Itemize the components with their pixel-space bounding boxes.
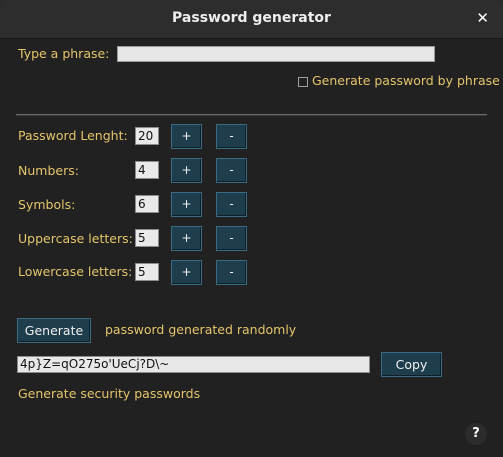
lowercase-letters-minus-button[interactable]: - — [216, 260, 247, 285]
help-icon[interactable]: ? — [465, 423, 487, 445]
numbers-minus-button[interactable]: - — [216, 158, 247, 183]
phrase-input[interactable] — [117, 46, 435, 62]
lowercase-letters-field[interactable]: 5 — [135, 263, 159, 281]
generate-by-phrase-label: Generate password by phrase — [312, 73, 500, 88]
close-icon[interactable]: ✕ — [476, 9, 489, 27]
lowercase-letters-label: Lowercase letters: — [18, 264, 133, 279]
uppercase-letters-minus-button[interactable]: - — [216, 226, 247, 251]
password-length-label: Password Lenght: — [18, 128, 128, 143]
generate-by-phrase-checkbox[interactable] — [298, 77, 308, 87]
generate-status-text: password generated randomly — [105, 322, 297, 337]
symbols-plus-button[interactable]: + — [171, 192, 202, 217]
separator — [16, 114, 487, 116]
password-length-plus-button[interactable]: + — [171, 124, 202, 149]
window-title: Password generator — [172, 10, 331, 26]
numbers-label: Numbers: — [18, 163, 79, 178]
uppercase-letters-plus-button[interactable]: + — [171, 226, 202, 251]
uppercase-letters-field[interactable]: 5 — [135, 229, 159, 247]
lowercase-letters-plus-button[interactable]: + — [171, 260, 202, 285]
password-generator-window: Password generator ✕ Type a phrase: Gene… — [0, 0, 503, 457]
uppercase-letters-label: Uppercase letters: — [18, 231, 133, 246]
symbols-label: Symbols: — [18, 197, 76, 212]
symbols-minus-button[interactable]: - — [216, 192, 247, 217]
title-bar: Password generator ✕ — [0, 0, 503, 39]
footer-text: Generate security passwords — [18, 386, 201, 401]
generated-password-field[interactable]: 4p}Z=qO275o'UeCj?D\~ — [17, 356, 370, 373]
phrase-label: Type a phrase: — [18, 46, 110, 61]
password-length-field[interactable]: 20 — [135, 127, 159, 145]
generate-button[interactable]: Generate — [17, 318, 91, 343]
numbers-field[interactable]: 4 — [135, 161, 159, 179]
password-length-minus-button[interactable]: - — [216, 124, 247, 149]
numbers-plus-button[interactable]: + — [171, 158, 202, 183]
copy-button[interactable]: Copy — [381, 352, 442, 377]
symbols-field[interactable]: 6 — [135, 195, 159, 213]
